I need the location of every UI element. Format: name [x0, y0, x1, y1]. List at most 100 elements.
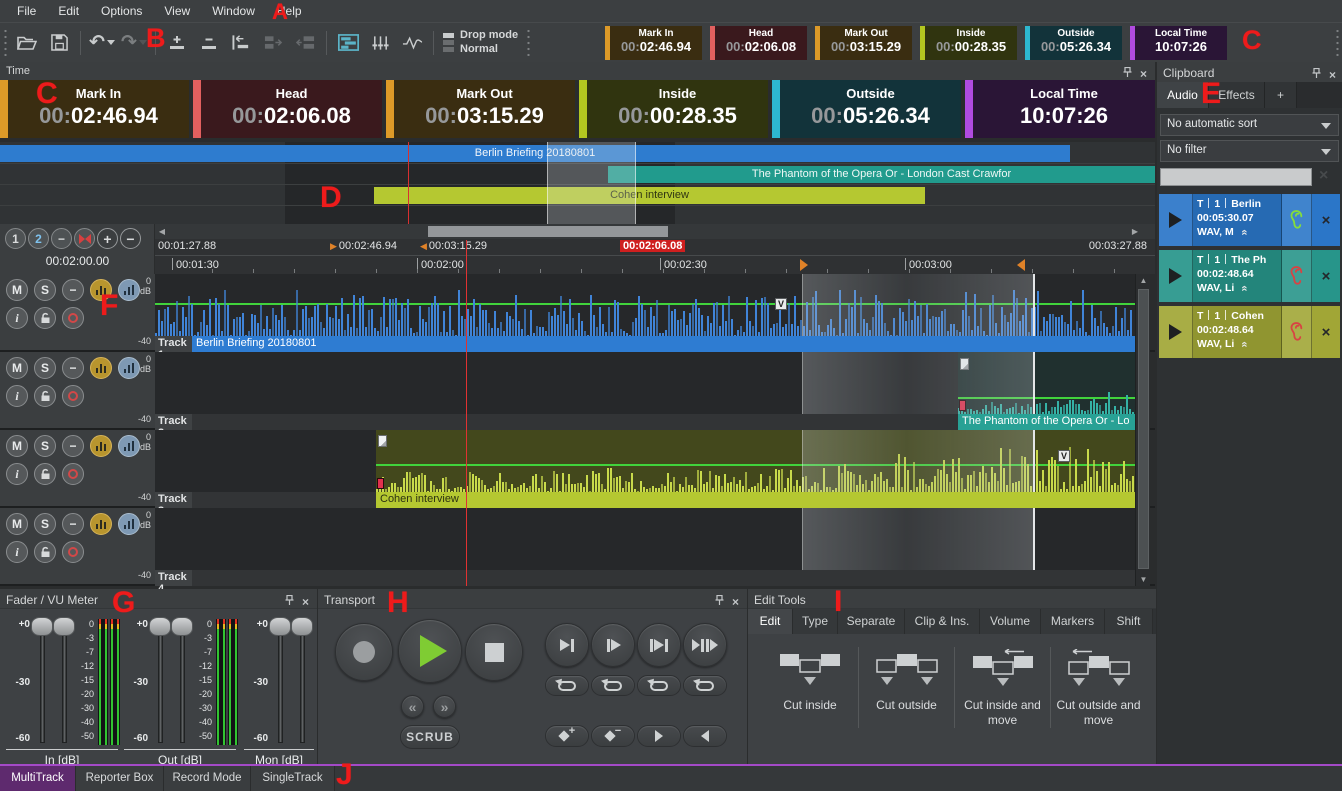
scrollbar-thumb[interactable] [1138, 289, 1149, 569]
fader-track[interactable] [62, 621, 67, 743]
fader-track[interactable] [278, 621, 283, 743]
lock-button[interactable] [34, 385, 56, 407]
close-icon[interactable]: × [732, 596, 739, 608]
meter-display-button[interactable] [118, 513, 140, 535]
toolbar-grip[interactable] [1335, 30, 1340, 56]
remove-marker-button[interactable]: − [591, 725, 635, 747]
trim-head-icon[interactable] [225, 28, 257, 58]
tab-shift[interactable]: Shift [1105, 609, 1153, 634]
close-icon[interactable]: × [302, 596, 309, 608]
meter-mode-button[interactable] [90, 435, 112, 457]
scroll-up-icon[interactable]: ▲ [1136, 274, 1151, 287]
menu-view[interactable]: View [153, 4, 201, 18]
project-overview[interactable]: Berlin Briefing 20180801 The Phantom of … [0, 142, 1155, 224]
zoom-preset-1-button[interactable]: 1 [5, 228, 26, 249]
meter-display-button[interactable] [118, 435, 140, 457]
lock-button[interactable] [34, 463, 56, 485]
item-info[interactable]: T1The Ph 00:02:48.64 WAV, Li» [1193, 250, 1282, 302]
track3-lane[interactable]: V [155, 430, 1135, 492]
close-icon[interactable]: × [1329, 69, 1336, 81]
clip-note-icon[interactable] [378, 435, 387, 447]
collapse-button[interactable]: − [62, 513, 84, 535]
item-remove-button[interactable]: × [1312, 250, 1340, 302]
cut-outside-button[interactable]: Cut outside [858, 647, 954, 728]
record-arm-button[interactable] [62, 463, 84, 485]
collapse-button[interactable]: − [62, 279, 84, 301]
fader-track[interactable] [180, 621, 185, 743]
item-remove-button[interactable]: × [1312, 306, 1340, 358]
item-play-button[interactable] [1159, 194, 1193, 246]
tab-clip-ins[interactable]: Clip & Ins. [905, 609, 980, 634]
meter-mode-button[interactable] [90, 513, 112, 535]
selection-region[interactable] [802, 352, 1035, 414]
overview-clip-cohen[interactable]: Cohen interview [374, 187, 925, 204]
sort-dropdown[interactable]: No automatic sort [1160, 114, 1339, 136]
add-marker-button[interactable]: + [545, 725, 589, 747]
mute-button[interactable]: M [6, 279, 28, 301]
zoom-to-selection-button[interactable] [74, 228, 95, 249]
fader-knob[interactable] [31, 617, 53, 636]
info-button[interactable]: i [6, 541, 28, 563]
track-scrollbar[interactable]: ▲ ▼ [1135, 274, 1150, 586]
fader-track[interactable] [158, 621, 163, 743]
rewind-button[interactable]: « [401, 695, 424, 718]
tab-type[interactable]: Type [793, 609, 838, 634]
tab-singletrack[interactable]: SingleTrack [251, 766, 335, 791]
clip-label-phantom[interactable]: The Phantom of the Opera Or - Lo [958, 414, 1135, 430]
overview-clip-phantom[interactable]: The Phantom of the Opera Or - London Cas… [608, 166, 1155, 183]
add-tab-button[interactable]: + [1265, 82, 1297, 108]
scroll-right-icon[interactable]: ▶ [1128, 224, 1142, 239]
mute-button[interactable]: M [6, 357, 28, 379]
clipboard-item-cohen[interactable]: T1Cohen 00:02:48.64 WAV, Li» × [1159, 306, 1340, 358]
info-button[interactable]: i [6, 385, 28, 407]
play-from-mark-button[interactable] [591, 623, 635, 667]
tab-multitrack[interactable]: MultiTrack [0, 766, 76, 791]
expand-chevron-icon[interactable]: » [1238, 286, 1253, 292]
track2-lane[interactable] [155, 352, 1135, 414]
lock-button[interactable] [34, 307, 56, 329]
loop-button[interactable] [545, 675, 589, 696]
filter-dropdown[interactable]: No filter [1160, 140, 1339, 162]
fader-track[interactable] [300, 621, 305, 743]
tab-reporter-box[interactable]: Reporter Box [76, 766, 164, 791]
prev-marker-button[interactable] [683, 725, 727, 747]
lock-button[interactable] [34, 541, 56, 563]
open-file-icon[interactable] [11, 28, 43, 58]
tab-separate[interactable]: Separate [838, 609, 905, 634]
record-arm-button[interactable] [62, 385, 84, 407]
overview-clip-berlin[interactable]: Berlin Briefing 20180801 [0, 145, 1070, 162]
expand-chevron-icon[interactable]: » [1238, 342, 1253, 348]
scrub-button[interactable]: SCRUB [400, 725, 460, 749]
timeline-scrollbar[interactable]: ◀ ▶ [155, 224, 1155, 239]
fader-knob[interactable] [269, 617, 291, 636]
track4-lane[interactable] [155, 508, 1135, 570]
save-icon[interactable] [43, 28, 75, 58]
solo-button[interactable]: S [34, 513, 56, 535]
track-name[interactable]: Track 4 [155, 570, 192, 586]
scroll-left-icon[interactable]: ◀ [155, 224, 169, 239]
tab-record-mode[interactable]: Record Mode [164, 766, 251, 791]
item-info[interactable]: T1Cohen 00:02:48.64 WAV, Li» [1193, 306, 1282, 358]
fader-knob[interactable] [171, 617, 193, 636]
mixer-icon[interactable] [364, 28, 396, 58]
play-button[interactable] [398, 619, 462, 683]
clipboard-search-field[interactable] [1160, 168, 1312, 186]
tab-edit[interactable]: Edit [748, 609, 793, 634]
record-arm-button[interactable] [62, 307, 84, 329]
zoom-out-button[interactable]: − [120, 228, 141, 249]
item-info[interactable]: T1Berlin 00:05:30.07 WAV, M» [1193, 194, 1282, 246]
signal-icon[interactable] [396, 28, 428, 58]
ruler-ticks[interactable]: 00:01:30 00:02:00 00:02:30 00:03:00 [155, 255, 1155, 274]
fader-knob[interactable] [291, 617, 313, 636]
scrollbar-thumb[interactable] [428, 226, 668, 237]
toolbar-grip[interactable] [3, 30, 8, 56]
track-name[interactable]: Track 1 [155, 336, 192, 352]
zoom-in-button[interactable]: + [97, 228, 118, 249]
track-name[interactable]: Track 2 [155, 414, 192, 430]
tab-markers[interactable]: Markers [1041, 609, 1105, 634]
expand-chevron-icon[interactable]: » [1237, 230, 1252, 236]
playhead[interactable] [466, 240, 467, 586]
cut-outside-and-move-button[interactable]: Cut outside and move [1050, 647, 1146, 728]
loop-button[interactable] [637, 675, 681, 696]
menu-file[interactable]: File [6, 4, 47, 18]
